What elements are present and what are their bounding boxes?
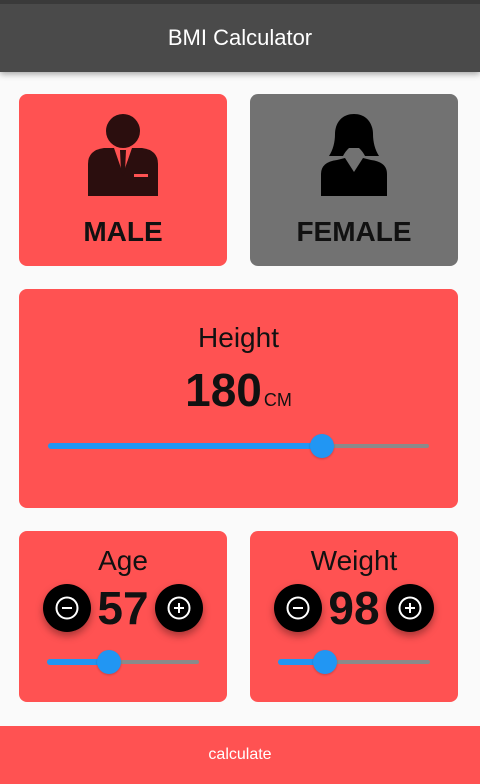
- female-label: FEMALE: [296, 216, 412, 247]
- minus-circle-icon: [286, 596, 310, 620]
- age-title: Age: [98, 545, 148, 576]
- calculate-button-label: calculate: [208, 746, 272, 763]
- weight-card: Weight 98: [250, 531, 458, 702]
- weight-slider[interactable]: [278, 650, 430, 674]
- slider-active-track: [48, 443, 323, 449]
- height-unit: CM: [263, 390, 292, 410]
- height-card: Height 180 CM: [19, 289, 458, 508]
- age-stepper: 57: [19, 581, 227, 635]
- calculate-button[interactable]: calculate: [0, 726, 480, 784]
- app-bar: BMI Calculator: [0, 0, 480, 72]
- plus-circle-icon: [167, 596, 191, 620]
- plus-circle-icon: [398, 596, 422, 620]
- slider-thumb[interactable]: [97, 650, 122, 674]
- gender-card-male[interactable]: MALE: [19, 94, 227, 266]
- gender-card-female[interactable]: FEMALE: [250, 94, 458, 266]
- slider-thumb[interactable]: [313, 650, 338, 674]
- slider-thumb[interactable]: [310, 434, 335, 458]
- app-title: BMI Calculator: [167, 25, 313, 50]
- weight-decrement-button[interactable]: [274, 584, 322, 632]
- age-decrement-button[interactable]: [43, 584, 91, 632]
- male-label: MALE: [83, 216, 163, 247]
- weight-increment-button[interactable]: [386, 584, 434, 632]
- female-icon: [321, 114, 387, 196]
- age-value: 57: [97, 582, 149, 634]
- weight-value: 98: [328, 582, 380, 634]
- height-readout: 180 CM: [19, 363, 458, 417]
- weight-title: Weight: [310, 545, 398, 576]
- weight-stepper: 98: [250, 581, 458, 635]
- age-increment-button[interactable]: [155, 584, 203, 632]
- male-icon: [88, 114, 158, 196]
- minus-circle-icon: [55, 596, 79, 620]
- height-value: 180: [185, 364, 262, 416]
- height-slider[interactable]: [48, 434, 429, 458]
- height-title: Height: [198, 322, 279, 353]
- age-slider[interactable]: [47, 650, 199, 674]
- age-card: Age 57: [19, 531, 227, 702]
